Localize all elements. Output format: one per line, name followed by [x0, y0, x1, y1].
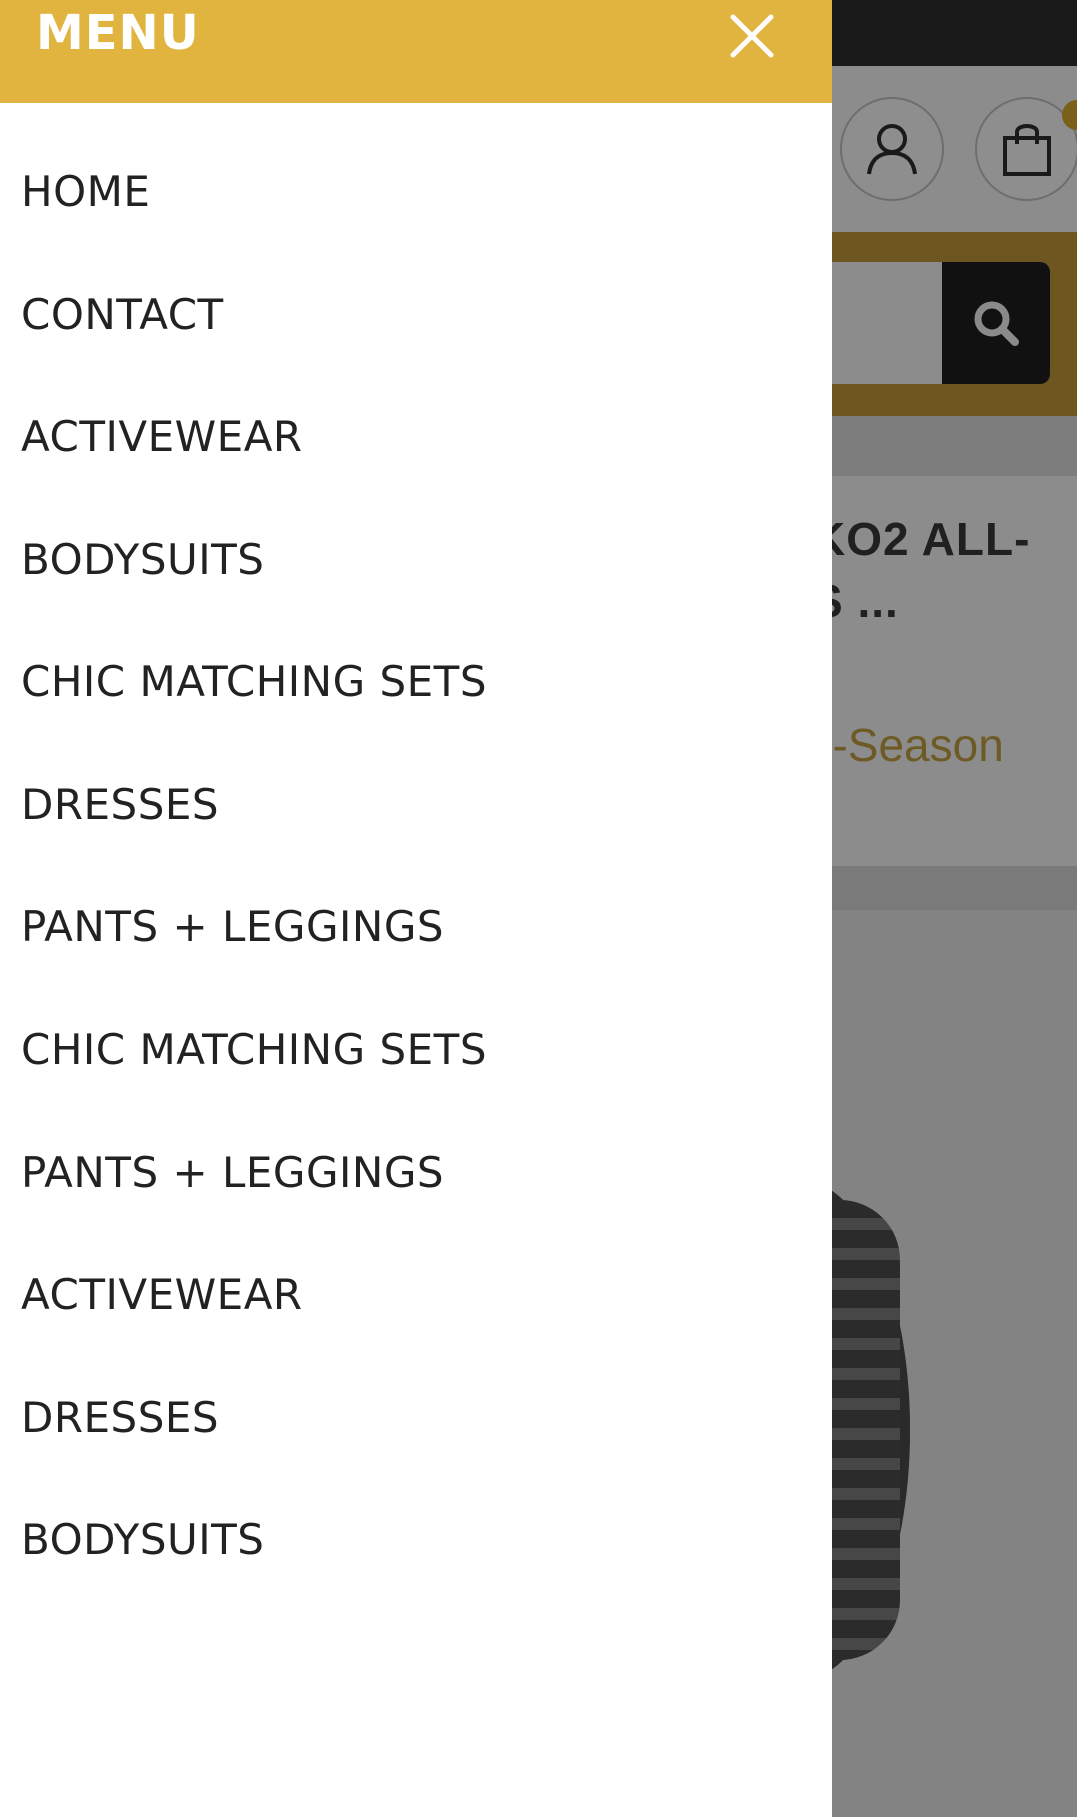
- menu-item-pants-leggings[interactable]: PANTS + LEGGINGS: [21, 1145, 444, 1201]
- shopping-bag-icon: [1003, 124, 1051, 176]
- menu-item-home[interactable]: HOME: [21, 164, 150, 220]
- menu-item-bodysuits[interactable]: BODYSUITS: [21, 1512, 264, 1568]
- menu-item-dresses[interactable]: DRESSES: [21, 1390, 219, 1446]
- account-button[interactable]: [840, 97, 944, 201]
- close-icon: [730, 14, 774, 58]
- side-menu-drawer: MENU HOME CONTACT ACTIVEWEAR BODYSUITS C…: [0, 0, 832, 1817]
- page: KO2 ALL- S ... ll-Season MENU HOME CONTA…: [0, 0, 1077, 1817]
- search-button[interactable]: [942, 262, 1050, 384]
- menu-item-bodysuits[interactable]: BODYSUITS: [21, 532, 264, 588]
- search-icon: [974, 301, 1019, 346]
- menu-header: MENU: [0, 0, 832, 103]
- tire-tread: [820, 1200, 900, 1660]
- menu-item-contact[interactable]: CONTACT: [21, 287, 224, 343]
- menu-item-activewear[interactable]: ACTIVEWEAR: [21, 409, 303, 465]
- user-icon: [867, 124, 917, 175]
- menu-item-chic-matching-sets[interactable]: CHIC MATCHING SETS: [21, 654, 487, 710]
- menu-item-activewear[interactable]: ACTIVEWEAR: [21, 1267, 303, 1323]
- close-menu-button[interactable]: [724, 8, 780, 64]
- menu-title: MENU: [36, 5, 200, 61]
- product-subtitle: ll-Season: [812, 719, 1004, 771]
- menu-item-chic-matching-sets[interactable]: CHIC MATCHING SETS: [21, 1022, 487, 1078]
- menu-item-dresses[interactable]: DRESSES: [21, 777, 219, 833]
- menu-item-pants-leggings[interactable]: PANTS + LEGGINGS: [21, 899, 444, 955]
- product-title[interactable]: KO2 ALL- S ...: [812, 508, 1072, 632]
